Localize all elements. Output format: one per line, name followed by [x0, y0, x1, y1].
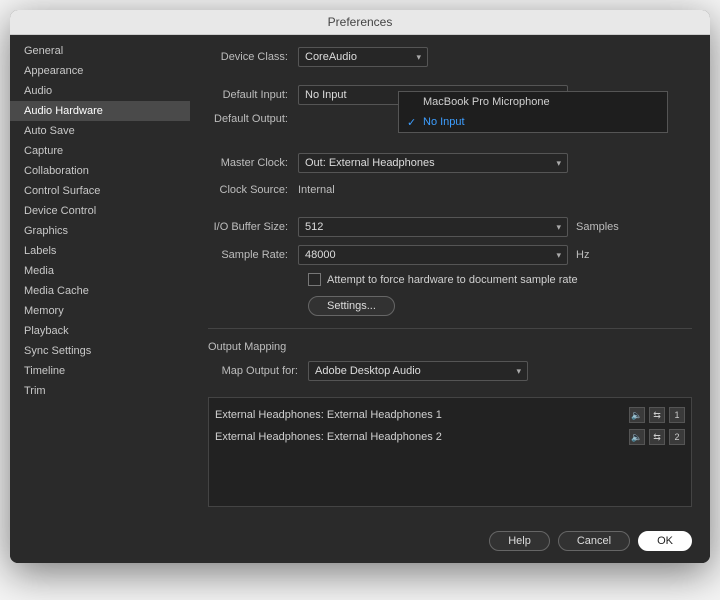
sidebar-item-labels[interactable]: Labels — [10, 241, 190, 261]
sample-rate-unit: Hz — [576, 249, 589, 261]
sidebar-item-capture[interactable]: Capture — [10, 141, 190, 161]
force-hardware-label: Attempt to force hardware to document sa… — [327, 274, 578, 286]
mapping-row-label: External Headphones: External Headphones… — [215, 431, 442, 443]
check-icon: ✓ — [407, 116, 416, 129]
output-mapping-title: Output Mapping — [208, 341, 692, 353]
chevron-down-icon: ▾ — [416, 52, 421, 63]
device-class-label: Device Class: — [208, 51, 298, 63]
io-buffer-label: I/O Buffer Size: — [208, 221, 298, 233]
divider — [208, 328, 692, 329]
sidebar-item-timeline[interactable]: Timeline — [10, 361, 190, 381]
map-output-select[interactable]: Adobe Desktop Audio ▾ — [308, 361, 528, 381]
default-input-label: Default Input: — [208, 89, 298, 101]
sidebar-item-collaboration[interactable]: Collaboration — [10, 161, 190, 181]
ok-button[interactable]: OK — [638, 531, 692, 551]
sample-rate-label: Sample Rate: — [208, 249, 298, 261]
dropdown-item-macbook-microphone[interactable]: MacBook Pro Microphone — [399, 92, 667, 112]
footer: Help Cancel OK — [10, 519, 710, 563]
preferences-window: Preferences General Appearance Audio Aud… — [10, 10, 710, 563]
sidebar-item-media[interactable]: Media — [10, 261, 190, 281]
mapping-box: External Headphones: External Headphones… — [208, 397, 692, 507]
mapping-row: External Headphones: External Headphones… — [213, 404, 687, 426]
io-buffer-select[interactable]: 512 ▾ — [298, 217, 568, 237]
sidebar-item-playback[interactable]: Playback — [10, 321, 190, 341]
cancel-button[interactable]: Cancel — [558, 531, 630, 551]
chevron-down-icon: ▾ — [556, 222, 561, 233]
clock-source-label: Clock Source: — [208, 184, 298, 196]
channel-badge: 2 — [669, 429, 685, 445]
sidebar-item-general[interactable]: General — [10, 41, 190, 61]
panel: Device Class: CoreAudio ▾ Default Input:… — [190, 35, 710, 519]
window-title: Preferences — [328, 15, 393, 29]
sidebar-item-graphics[interactable]: Graphics — [10, 221, 190, 241]
sidebar-item-media-cache[interactable]: Media Cache — [10, 281, 190, 301]
io-buffer-unit: Samples — [576, 221, 619, 233]
sidebar-item-appearance[interactable]: Appearance — [10, 61, 190, 81]
sidebar: General Appearance Audio Audio Hardware … — [10, 35, 190, 519]
mapping-row: External Headphones: External Headphones… — [213, 426, 687, 448]
sidebar-item-auto-save[interactable]: Auto Save — [10, 121, 190, 141]
window-body: General Appearance Audio Audio Hardware … — [10, 35, 710, 519]
force-hardware-checkbox[interactable] — [308, 273, 321, 286]
sidebar-item-trim[interactable]: Trim — [10, 381, 190, 401]
settings-button[interactable]: Settings... — [308, 296, 395, 316]
map-output-label: Map Output for: — [208, 365, 308, 377]
channel-badge: 1 — [669, 407, 685, 423]
dropdown-item-no-input[interactable]: ✓ No Input — [399, 112, 667, 132]
speaker-icon[interactable]: 🔈 — [629, 407, 645, 423]
route-icon[interactable]: ⇆ — [649, 429, 665, 445]
chevron-down-icon: ▾ — [556, 250, 561, 261]
chevron-down-icon: ▾ — [556, 158, 561, 169]
device-class-select[interactable]: CoreAudio ▾ — [298, 47, 428, 67]
sidebar-item-sync-settings[interactable]: Sync Settings — [10, 341, 190, 361]
sidebar-item-control-surface[interactable]: Control Surface — [10, 181, 190, 201]
master-clock-label: Master Clock: — [208, 157, 298, 169]
sidebar-item-audio-hardware[interactable]: Audio Hardware — [10, 101, 190, 121]
titlebar: Preferences — [10, 10, 710, 35]
help-button[interactable]: Help — [489, 531, 550, 551]
master-clock-select[interactable]: Out: External Headphones ▾ — [298, 153, 568, 173]
default-input-dropdown: MacBook Pro Microphone ✓ No Input — [398, 91, 668, 133]
sidebar-item-device-control[interactable]: Device Control — [10, 201, 190, 221]
sidebar-item-audio[interactable]: Audio — [10, 81, 190, 101]
clock-source-value: Internal — [298, 181, 335, 199]
speaker-icon[interactable]: 🔈 — [629, 429, 645, 445]
sample-rate-select[interactable]: 48000 ▾ — [298, 245, 568, 265]
mapping-row-label: External Headphones: External Headphones… — [215, 409, 442, 421]
default-output-label: Default Output: — [208, 113, 298, 125]
route-icon[interactable]: ⇆ — [649, 407, 665, 423]
chevron-down-icon: ▾ — [516, 366, 521, 377]
sidebar-item-memory[interactable]: Memory — [10, 301, 190, 321]
